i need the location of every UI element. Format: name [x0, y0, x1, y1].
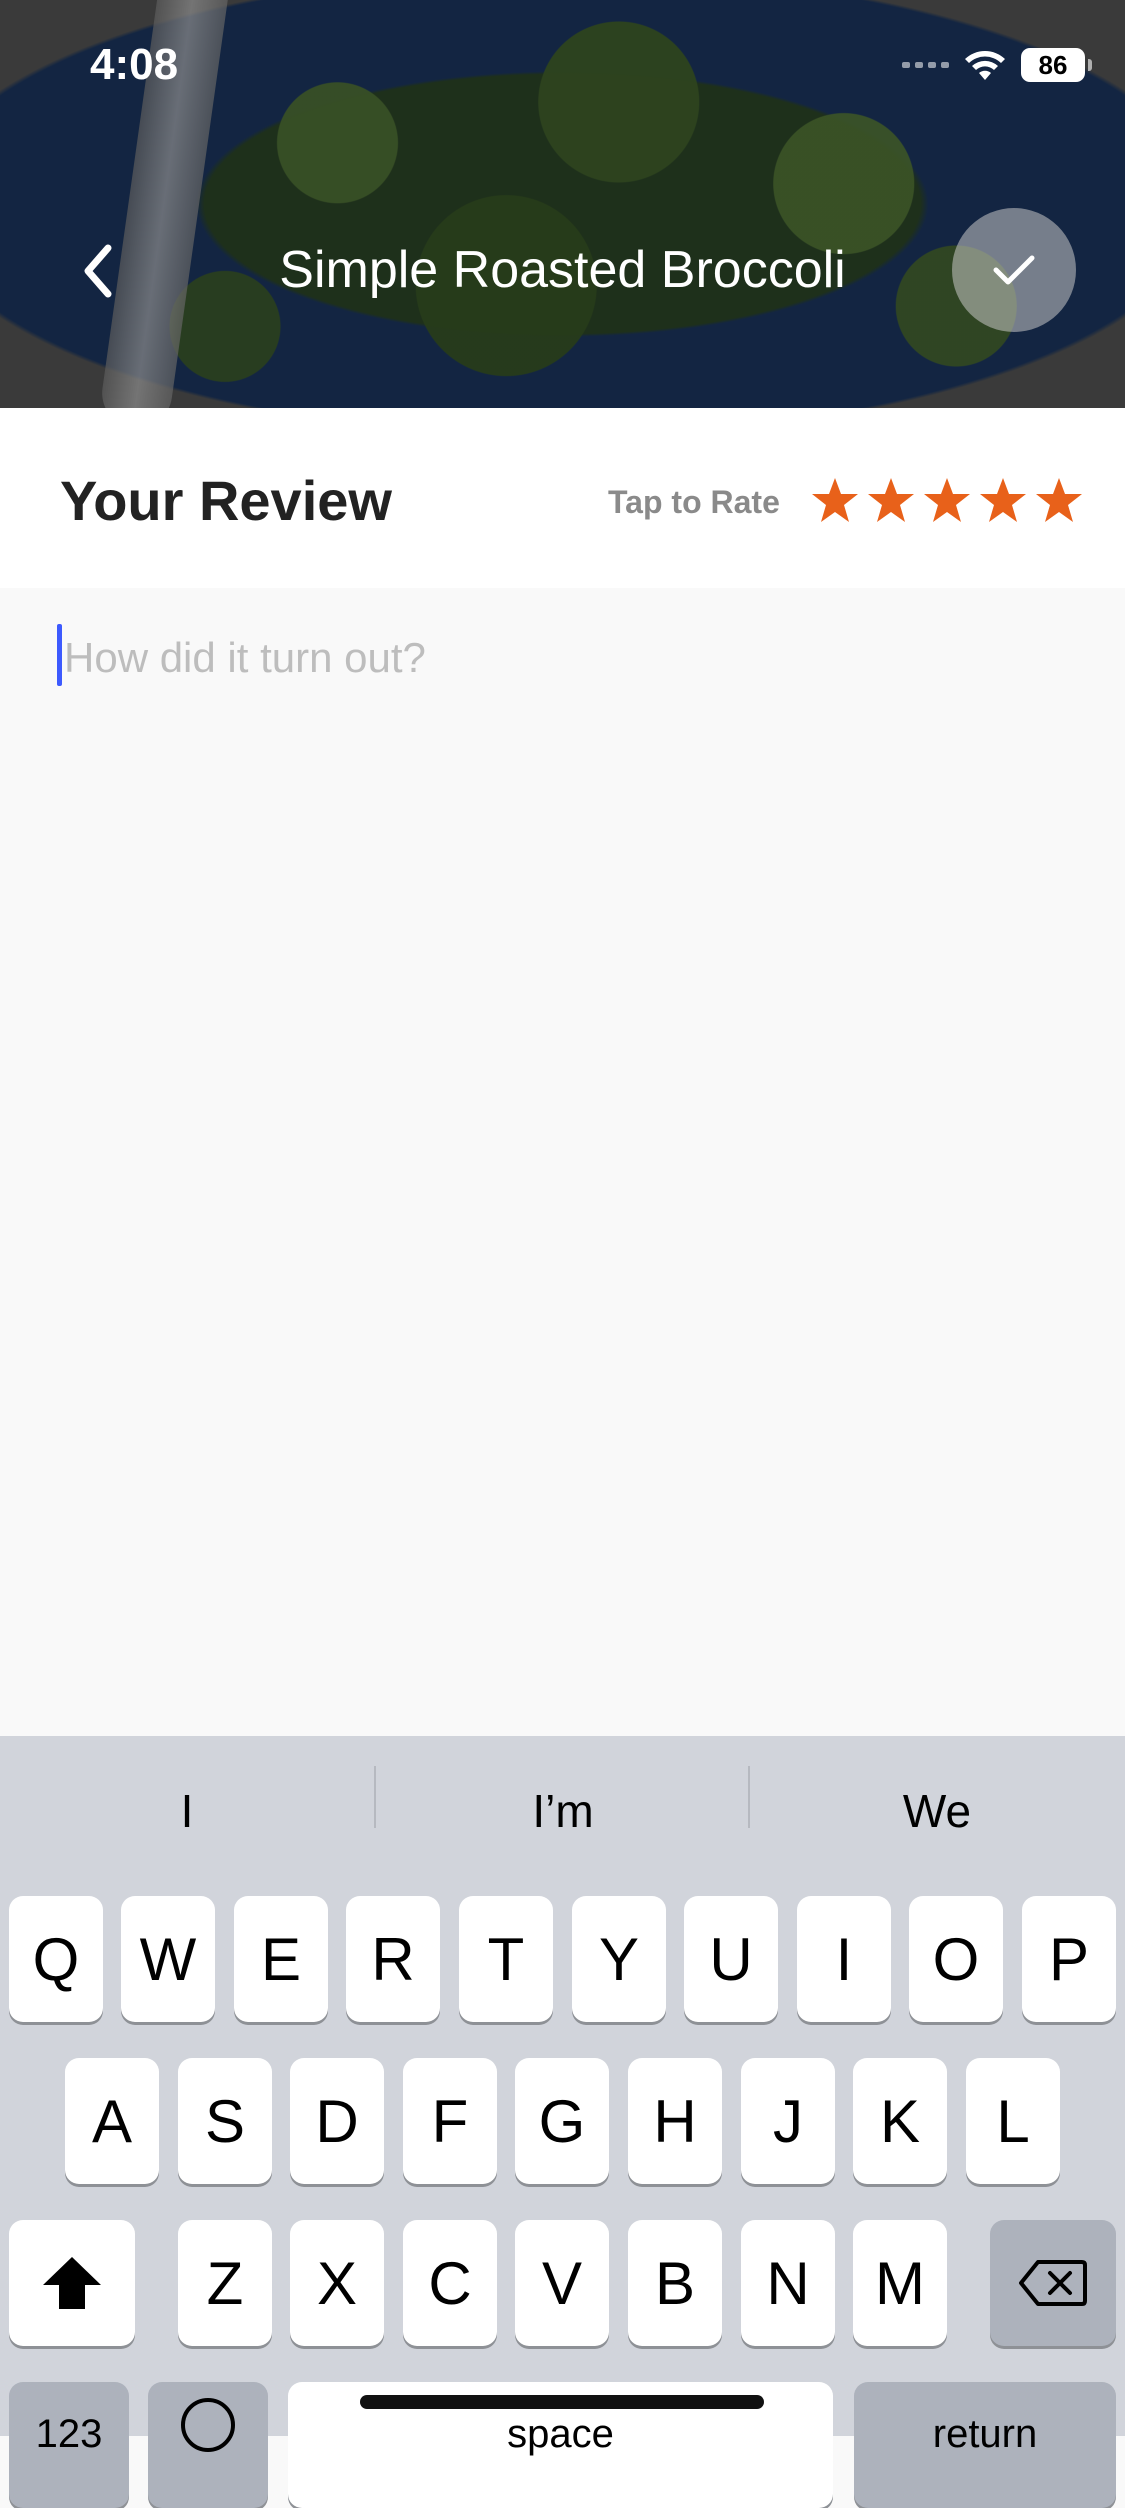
cellular-signal-icon: [902, 62, 949, 68]
star-icon-4[interactable]: [978, 476, 1028, 526]
on-screen-keyboard: I I’m We Q W E R T Y U I O P A S D F G H…: [0, 1736, 1125, 2508]
key-v[interactable]: V: [515, 2220, 609, 2346]
key-r[interactable]: R: [346, 1896, 440, 2022]
star-icon-3[interactable]: [922, 476, 972, 526]
return-key[interactable]: return: [854, 2382, 1116, 2508]
suggestion-1[interactable]: I: [0, 1784, 374, 1838]
key-x[interactable]: X: [290, 2220, 384, 2346]
key-s[interactable]: S: [178, 2058, 272, 2184]
recipe-header-image: 4:08 86 Simple Roasted Broccoli: [0, 0, 1125, 408]
predictive-text-bar: I I’m We: [0, 1736, 1125, 1896]
review-rating-bar: Your Review Tap to Rate: [0, 408, 1125, 588]
shift-icon: [43, 2257, 101, 2309]
backspace-icon: [1019, 2260, 1087, 2306]
key-m[interactable]: M: [853, 2220, 947, 2346]
battery-icon: 86: [1021, 48, 1092, 82]
key-a[interactable]: A: [65, 2058, 159, 2184]
star-icon-1[interactable]: [810, 476, 860, 526]
star-icon-2[interactable]: [866, 476, 916, 526]
key-t[interactable]: T: [459, 1896, 553, 2022]
key-y[interactable]: Y: [572, 1896, 666, 2022]
review-text-field[interactable]: How did it turn out?: [0, 588, 1125, 1736]
key-l[interactable]: L: [966, 2058, 1060, 2184]
key-u[interactable]: U: [684, 1896, 778, 2022]
key-n[interactable]: N: [741, 2220, 835, 2346]
text-cursor: [57, 624, 62, 686]
submit-review-button[interactable]: [952, 208, 1076, 332]
key-j[interactable]: J: [741, 2058, 835, 2184]
key-k[interactable]: K: [853, 2058, 947, 2184]
shift-key[interactable]: [9, 2220, 135, 2346]
numbers-key[interactable]: 123: [9, 2382, 129, 2508]
key-o[interactable]: O: [909, 1896, 1003, 2022]
suggestion-2[interactable]: I’m: [376, 1784, 750, 1838]
star-rating[interactable]: [810, 476, 1084, 526]
key-f[interactable]: F: [403, 2058, 497, 2184]
key-z[interactable]: Z: [178, 2220, 272, 2346]
key-c[interactable]: C: [403, 2220, 497, 2346]
key-d[interactable]: D: [290, 2058, 384, 2184]
key-q[interactable]: Q: [9, 1896, 103, 2022]
home-indicator[interactable]: [360, 2395, 764, 2409]
key-w[interactable]: W: [121, 1896, 215, 2022]
review-heading: Your Review: [60, 469, 392, 532]
emoji-icon: [181, 2398, 235, 2452]
key-p[interactable]: P: [1022, 1896, 1116, 2022]
star-icon-5[interactable]: [1034, 476, 1084, 526]
delete-key[interactable]: [990, 2220, 1116, 2346]
status-icons: 86: [902, 48, 1092, 82]
key-h[interactable]: H: [628, 2058, 722, 2184]
key-i[interactable]: I: [797, 1896, 891, 2022]
checkmark-icon: [993, 255, 1035, 285]
key-g[interactable]: G: [515, 2058, 609, 2184]
tap-to-rate-label: Tap to Rate: [608, 484, 780, 520]
review-placeholder: How did it turn out?: [64, 634, 426, 681]
status-time: 4:08: [90, 40, 179, 89]
key-e[interactable]: E: [234, 1896, 328, 2022]
key-b[interactable]: B: [628, 2220, 722, 2346]
suggestion-3[interactable]: We: [750, 1784, 1124, 1838]
wifi-icon: [965, 51, 1005, 80]
emoji-key[interactable]: [148, 2382, 268, 2508]
